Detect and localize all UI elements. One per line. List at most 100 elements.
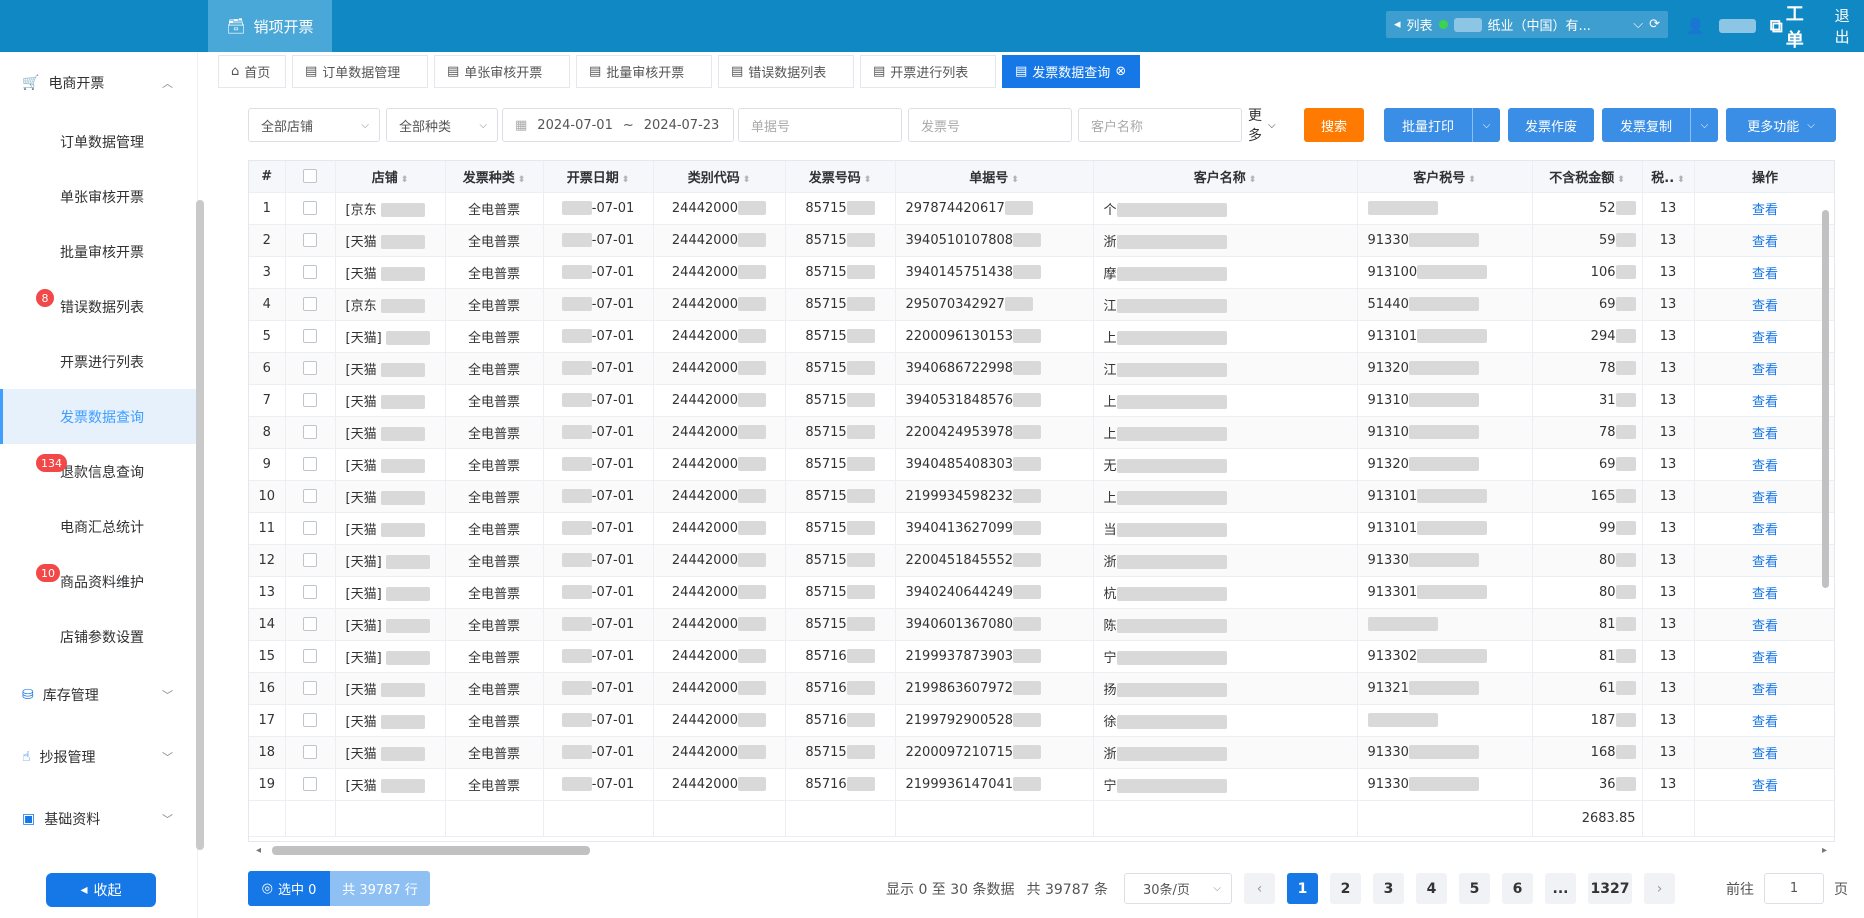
row-checkbox[interactable] xyxy=(303,713,317,727)
order-number-input[interactable]: 单据号 xyxy=(738,108,902,142)
view-link[interactable]: 查看 xyxy=(1752,459,1778,474)
view-link[interactable]: 查看 xyxy=(1752,267,1778,282)
tab-in-progress[interactable]: ▤ 开票进行列表 xyxy=(860,55,996,88)
store-select[interactable]: 全部店铺 ⌵ xyxy=(248,108,380,142)
view-link[interactable]: 查看 xyxy=(1752,523,1778,538)
table-row[interactable]: 9 [天猫 全电普票 -07-01 24442000 85715 394048540830… xyxy=(249,448,1834,481)
table-row[interactable]: 1 [京东 全电普票 -07-01 24442000 85715 297874420617… xyxy=(249,192,1834,225)
view-link[interactable]: 查看 xyxy=(1752,779,1778,794)
tab-error-list[interactable]: ▤ 错误数据列表 xyxy=(718,55,854,88)
page-button[interactable]: 6 xyxy=(1502,873,1533,904)
table-row[interactable]: 2 [天猫 全电普票 -07-01 24442000 85715 394051010780… xyxy=(249,224,1834,257)
view-link[interactable]: 查看 xyxy=(1752,363,1778,378)
table-row[interactable]: 19 [天猫 全电普票 -07-01 24442000 85716 21999361470… xyxy=(249,768,1834,801)
chevron-down-icon[interactable]: ⌵ xyxy=(1690,108,1718,142)
table-vertical-scrollbar[interactable] xyxy=(1822,210,1829,588)
prev-page-button[interactable]: ‹ xyxy=(1244,873,1275,904)
cell-select[interactable] xyxy=(285,320,336,353)
table-row[interactable]: 18 [天猫 全电普票 -07-01 24442000 85715 22000972107… xyxy=(249,736,1834,769)
scroll-right-arrow-icon[interactable]: ▸ xyxy=(1822,845,1827,856)
col-header-select[interactable] xyxy=(285,161,336,193)
cell-select[interactable] xyxy=(285,544,336,577)
tab-order-data[interactable]: ▤ 订单数据管理 xyxy=(292,55,428,88)
page-button[interactable]: 4 xyxy=(1416,873,1447,904)
row-checkbox[interactable] xyxy=(303,745,317,759)
col-header-shop[interactable]: 店铺 ⬍ xyxy=(335,161,446,193)
tab-home[interactable]: ⌂ 首页 xyxy=(218,55,286,88)
close-icon[interactable]: ⊗ xyxy=(1115,64,1126,79)
goto-page-input[interactable]: 1 xyxy=(1764,873,1824,904)
row-checkbox[interactable] xyxy=(303,777,317,791)
tab-invoice-query[interactable]: ▤ 发票数据查询 ⊗ xyxy=(1002,55,1140,88)
cell-select[interactable] xyxy=(285,480,336,513)
col-header-customer[interactable]: 客户名称 ⬍ xyxy=(1093,161,1358,193)
sidebar-group-basic-data[interactable]: ▣ 基础资料 ﹀ xyxy=(0,788,197,850)
selected-count-button[interactable]: ◎ 选中 0 xyxy=(248,871,330,906)
cell-select[interactable] xyxy=(285,704,336,737)
table-row[interactable]: 12 [天猫] 全电普票 -07-01 24442000 85715 2200451845… xyxy=(249,544,1834,577)
cell-select[interactable] xyxy=(285,608,336,641)
col-header-tax-rate[interactable]: 税.. ⬍ xyxy=(1642,161,1695,193)
sidebar-item-batch-review[interactable]: 批量审核开票 xyxy=(0,224,197,279)
row-checkbox[interactable] xyxy=(303,329,317,343)
row-checkbox[interactable] xyxy=(303,393,317,407)
sidebar-group-report[interactable]: ☝ 抄报管理 ﹀ xyxy=(0,726,197,788)
row-checkbox[interactable] xyxy=(303,553,317,567)
row-checkbox[interactable] xyxy=(303,649,317,663)
view-link[interactable]: 查看 xyxy=(1752,491,1778,506)
row-checkbox[interactable] xyxy=(303,681,317,695)
sort-icon[interactable]: ⬍ xyxy=(1677,175,1685,185)
sidebar-item-refund-query[interactable]: 134 退款信息查询 xyxy=(0,444,197,499)
next-page-button[interactable]: › xyxy=(1644,873,1675,904)
chevron-down-icon[interactable]: ⌵ xyxy=(1472,108,1500,142)
sort-icon[interactable]: ⬍ xyxy=(864,175,872,185)
page-button[interactable]: 3 xyxy=(1373,873,1404,904)
row-checkbox[interactable] xyxy=(303,521,317,535)
table-row[interactable]: 8 [天猫 全电普票 -07-01 24442000 85715 220042495397… xyxy=(249,416,1834,449)
row-checkbox[interactable] xyxy=(303,457,317,471)
view-link[interactable]: 查看 xyxy=(1752,331,1778,346)
more-functions-button[interactable]: 更多功能 ⌵ xyxy=(1726,108,1836,142)
row-checkbox[interactable] xyxy=(303,617,317,631)
row-checkbox[interactable] xyxy=(303,425,317,439)
table-row[interactable]: 14 [天猫] 全电普票 -07-01 24442000 85715 3940601367… xyxy=(249,608,1834,641)
sidebar-item-error-list[interactable]: 8 错误数据列表 xyxy=(0,279,197,334)
module-tab-sales-invoice[interactable]: 🗃 销项开票 xyxy=(208,0,332,52)
sidebar-item-store-settings[interactable]: 店铺参数设置 xyxy=(0,609,197,664)
table-row[interactable]: 10 [天猫 全电普票 -07-01 24442000 85715 21999345982… xyxy=(249,480,1834,513)
scroll-left-arrow-icon[interactable]: ◂ xyxy=(256,845,261,856)
cell-select[interactable] xyxy=(285,736,336,769)
org-selector[interactable]: ◂ 列表 纸业（中国）有... ⌵ ⟳ xyxy=(1386,11,1668,38)
cell-select[interactable] xyxy=(285,768,336,801)
sort-icon[interactable]: ⬍ xyxy=(1011,175,1019,185)
logout-button[interactable]: 退出 xyxy=(1835,5,1864,47)
row-checkbox[interactable] xyxy=(303,489,317,503)
page-button[interactable]: 5 xyxy=(1459,873,1490,904)
table-row[interactable]: 16 [天猫 全电普票 -07-01 24442000 85716 21998636079… xyxy=(249,672,1834,705)
cell-select[interactable] xyxy=(285,288,336,321)
sort-icon[interactable]: ⬍ xyxy=(401,175,409,185)
invoice-number-input[interactable]: 发票号 xyxy=(908,108,1072,142)
cell-select[interactable] xyxy=(285,576,336,609)
sidebar-item-invoice-query[interactable]: 发票数据查询 xyxy=(0,389,197,444)
sidebar-item-product-maintenance[interactable]: 10 商品资料维护 xyxy=(0,554,197,609)
view-link[interactable]: 查看 xyxy=(1752,715,1778,730)
col-header-invoice-number[interactable]: 发票号码 ⬍ xyxy=(785,161,896,193)
page-button[interactable]: 1 xyxy=(1287,873,1318,904)
more-filters-toggle[interactable]: 更多 ⌵ xyxy=(1248,108,1276,144)
row-checkbox[interactable] xyxy=(303,265,317,279)
last-page-button[interactable]: 1327 xyxy=(1588,873,1632,904)
col-header-doc-number[interactable]: 单据号 ⬍ xyxy=(895,161,1094,193)
sidebar-scrollbar[interactable] xyxy=(196,200,204,850)
col-header-amount[interactable]: 不含税金额 ⬍ xyxy=(1532,161,1643,193)
view-link[interactable]: 查看 xyxy=(1752,299,1778,314)
view-link[interactable]: 查看 xyxy=(1752,619,1778,634)
view-link[interactable]: 查看 xyxy=(1752,203,1778,218)
view-link[interactable]: 查看 xyxy=(1752,395,1778,410)
view-link[interactable]: 查看 xyxy=(1752,747,1778,762)
col-header-tax-id[interactable]: 客户税号 ⬍ xyxy=(1357,161,1533,193)
user-icon[interactable]: 👤 xyxy=(1686,17,1705,35)
view-link[interactable]: 查看 xyxy=(1752,235,1778,250)
view-link[interactable]: 查看 xyxy=(1752,683,1778,698)
col-header-invoice-kind[interactable]: 发票种类 ⬍ xyxy=(445,161,544,193)
